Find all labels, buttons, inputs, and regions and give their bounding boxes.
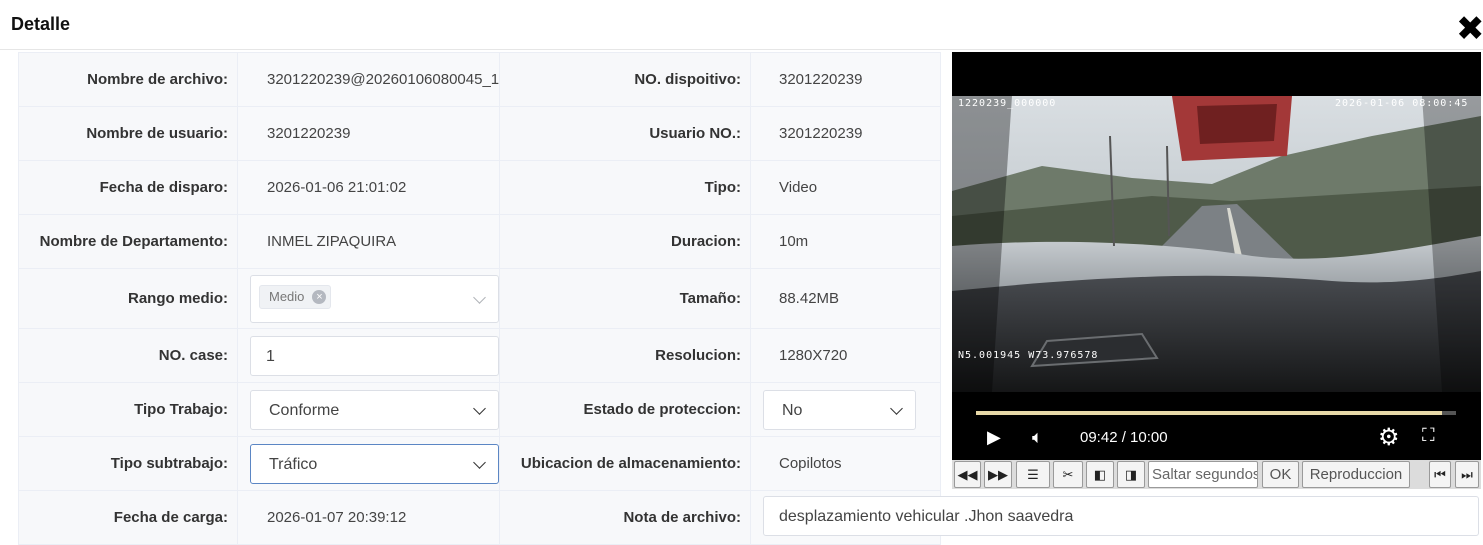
work-type-select[interactable]: Conforme	[250, 389, 499, 430]
device-no-label: NO. dispoitivo:	[499, 52, 751, 107]
overlay-device-id: 1220239_000000	[958, 98, 1057, 109]
case-no-input[interactable]: 1	[250, 335, 499, 376]
tag-remove-icon[interactable]: ×	[312, 289, 327, 304]
file-name-label: Nombre de archivo:	[18, 52, 238, 107]
range-select[interactable]: Medio ×	[250, 274, 499, 323]
skip-start-icon[interactable]: ⏮	[1429, 461, 1451, 488]
work-type-label: Tipo Trabajo:	[18, 382, 238, 437]
user-no-value: 3201220239	[750, 106, 941, 161]
dialog-title: Detalle	[11, 14, 71, 34]
progress-bar[interactable]	[976, 411, 1456, 415]
volume-icon[interactable]: 🔈︎	[1032, 427, 1043, 448]
range-tag: Medio ×	[259, 284, 332, 309]
work-subtype-selected: Tráfico	[269, 455, 318, 473]
work-subtype-cell: Tráfico	[237, 436, 500, 491]
work-type-selected: Conforme	[269, 401, 340, 419]
ok-button[interactable]: OK	[1262, 461, 1299, 488]
frame-back-icon[interactable]: ◧	[1086, 461, 1114, 488]
overlay-gps: N5.001945 W73.976578	[958, 350, 1099, 361]
user-name-label: Nombre de usuario:	[18, 106, 238, 161]
user-no-label: Usuario NO.:	[499, 106, 751, 161]
detail-table: Nombre de archivo: 3201220239@2026010608…	[18, 52, 941, 545]
trigger-date-label: Fecha de disparo:	[18, 160, 238, 215]
department-label: Nombre de Departamento:	[18, 214, 238, 269]
resolution-label: Resolucion:	[499, 328, 751, 383]
case-no-label: NO. case:	[18, 328, 238, 383]
size-label: Tamaño:	[499, 268, 751, 329]
storage-label: Ubicacion de almacenamiento:	[499, 436, 751, 491]
type-label: Tipo:	[499, 160, 751, 215]
storage-value: Copilotos	[750, 436, 941, 491]
scissors-icon[interactable]: ✂	[1053, 461, 1083, 488]
fullscreen-icon[interactable]: ⛶	[1422, 425, 1435, 446]
protection-select[interactable]: No	[763, 389, 916, 430]
chevron-down-icon	[473, 290, 486, 304]
file-name-value: 3201220239@20260106080045_1	[237, 52, 500, 107]
device-no-value: 3201220239	[750, 52, 941, 107]
protection-label: Estado de proteccion:	[499, 382, 751, 437]
skip-end-icon[interactable]: ⏭	[1455, 461, 1479, 488]
protection-selected: No	[782, 401, 803, 419]
progress-fill	[976, 411, 1442, 415]
range-label: Rango medio:	[18, 268, 238, 329]
work-subtype-select[interactable]: Tráfico	[250, 443, 499, 484]
playback-mode-button[interactable]: Reproduccion	[1302, 461, 1410, 488]
case-no-input-value: 1	[266, 347, 275, 365]
duration-label: Duracion:	[499, 214, 751, 269]
fast-forward-icon[interactable]: ▶▶	[984, 461, 1012, 488]
rewind-icon[interactable]: ◀◀	[954, 461, 981, 488]
play-icon[interactable]: ▶	[987, 427, 1001, 448]
size-value: 88.42MB	[750, 268, 941, 329]
user-name-value: 3201220239	[237, 106, 500, 161]
work-type-cell: Conforme	[237, 382, 500, 437]
gear-icon[interactable]: ⚙	[1378, 423, 1400, 452]
time-display: 09:42 / 10:00	[1080, 429, 1168, 446]
range-tag-label: Medio	[269, 288, 305, 304]
seek-seconds-input[interactable]: Saltar segundos	[1148, 461, 1258, 488]
dialog-header: Detalle ✖	[0, 0, 1483, 50]
chevron-down-icon	[890, 401, 903, 415]
video-frame[interactable]: 1220239_000000 2026-01-06 08:00:45 N5.00…	[952, 96, 1481, 392]
chevron-down-icon	[473, 401, 486, 415]
case-no-cell: 1	[237, 328, 500, 383]
trigger-date-value: 2026-01-06 21:01:02	[237, 160, 500, 215]
overlay-timestamp: 2026-01-06 08:00:45	[1335, 98, 1469, 109]
list-indent-icon[interactable]: ☰	[1016, 461, 1050, 488]
dashcam-frame-image	[952, 96, 1481, 392]
resolution-value: 1280X720	[750, 328, 941, 383]
chevron-down-icon	[473, 455, 486, 469]
note-input[interactable]: desplazamiento vehicular .Jhon saavedra	[763, 496, 1479, 536]
video-player[interactable]: 1220239_000000 2026-01-06 08:00:45 N5.00…	[952, 52, 1481, 460]
close-icon[interactable]: ✖	[1456, 12, 1483, 46]
department-value: INMEL ZIPAQUIRA	[237, 214, 500, 269]
type-value: Video	[750, 160, 941, 215]
frame-forward-icon[interactable]: ◨	[1117, 461, 1145, 488]
playback-toolbar: ◀◀ ▶▶ ☰ ✂ ◧ ◨ Saltar segundos OK Reprodu…	[952, 460, 1481, 489]
protection-cell: No	[750, 382, 941, 437]
duration-value: 10m	[750, 214, 941, 269]
work-subtype-label: Tipo subtrabajo:	[18, 436, 238, 491]
note-label: Nota de archivo:	[499, 490, 751, 545]
upload-date-label: Fecha de carga:	[18, 490, 238, 545]
range-cell: Medio ×	[237, 268, 500, 329]
upload-date-value: 2026-01-07 20:39:12	[237, 490, 500, 545]
